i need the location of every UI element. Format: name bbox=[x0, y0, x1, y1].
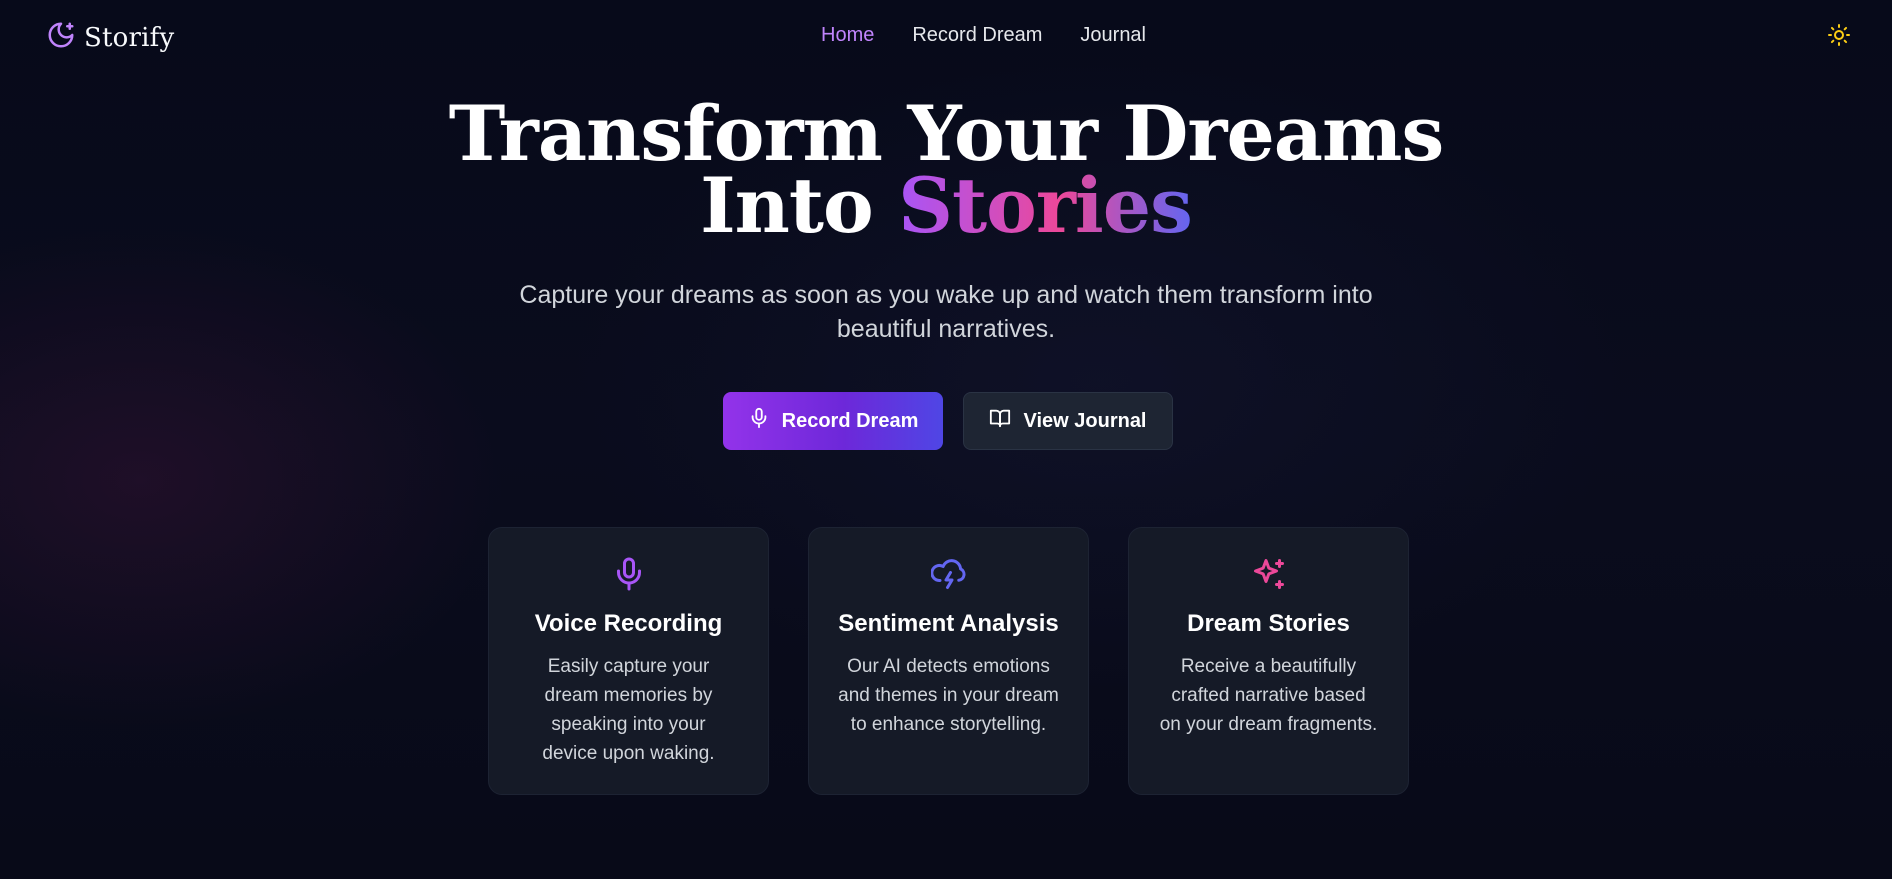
feature-card-voice-recording: Voice Recording Easily capture your drea… bbox=[488, 527, 769, 795]
hero-subtitle: Capture your dreams as soon as you wake … bbox=[519, 281, 1373, 343]
brand-logo[interactable]: Storify bbox=[46, 20, 174, 55]
feature-title: Voice Recording bbox=[534, 610, 723, 637]
record-dream-button[interactable]: Record Dream bbox=[723, 392, 943, 450]
feature-title: Sentiment Analysis bbox=[838, 610, 1059, 637]
nav-link-home[interactable]: Home bbox=[821, 24, 874, 47]
hero-title: Transform Your Dreams Into Stories bbox=[0, 96, 1892, 244]
record-dream-button-label: Record Dream bbox=[781, 409, 919, 432]
hero-title-line2-plain: Into bbox=[700, 161, 874, 250]
main-nav: Home Record Dream Journal bbox=[821, 24, 1146, 47]
microphone-icon bbox=[489, 556, 768, 596]
nav-link-journal[interactable]: Journal bbox=[1080, 24, 1146, 47]
theme-toggle-button[interactable] bbox=[1824, 22, 1854, 52]
feature-card-sentiment-analysis: Sentiment Analysis Our AI detects emotio… bbox=[808, 527, 1089, 795]
nav-link-record-dream[interactable]: Record Dream bbox=[912, 24, 1042, 47]
feature-card-dream-stories: Dream Stories Receive a beautifully craf… bbox=[1128, 527, 1409, 795]
feature-cards: Voice Recording Easily capture your drea… bbox=[488, 527, 1409, 795]
book-open-icon bbox=[989, 407, 1011, 435]
navbar: Storify Home Record Dream Journal bbox=[0, 0, 1892, 74]
feature-description: Easily capture your dream memories by sp… bbox=[542, 656, 715, 764]
cta-row: Record Dream View Journal bbox=[723, 392, 1173, 450]
feature-description: Receive a beautifully crafted narrative … bbox=[1159, 656, 1378, 735]
cloud-lightning-icon bbox=[809, 556, 1088, 596]
sparkles-icon bbox=[1129, 556, 1408, 596]
feature-title: Dream Stories bbox=[1187, 610, 1350, 637]
view-journal-button[interactable]: View Journal bbox=[963, 392, 1173, 450]
page: Storify Home Record Dream Journal Transf… bbox=[0, 0, 1892, 879]
microphone-icon bbox=[748, 407, 770, 435]
brand-name: Storify bbox=[84, 22, 175, 53]
hero-title-accent: Stories bbox=[898, 161, 1193, 250]
feature-description: Our AI detects emotions and themes in yo… bbox=[838, 656, 1059, 735]
sun-icon bbox=[1827, 23, 1851, 52]
moon-icon bbox=[46, 20, 76, 55]
view-journal-button-label: View Journal bbox=[1023, 409, 1147, 432]
